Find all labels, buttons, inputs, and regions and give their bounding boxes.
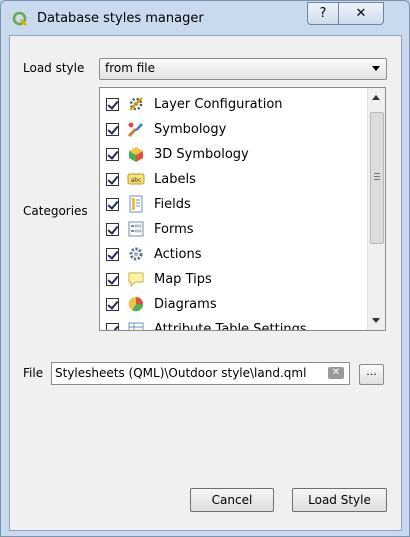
title-bar[interactable]: Database styles manager ? ✕	[1, 1, 409, 35]
category-item-actions[interactable]: Actions	[106, 243, 366, 265]
load-style-label: Load style	[23, 61, 85, 75]
load-style-dropdown[interactable]: from file	[99, 58, 387, 80]
category-checkbox[interactable]	[106, 322, 119, 330]
diagrams-icon	[127, 295, 145, 313]
help-button[interactable]: ?	[307, 2, 339, 25]
category-label: Labels	[154, 171, 196, 187]
load-style-selected-value: from file	[105, 61, 156, 75]
forms-icon	[127, 220, 145, 238]
category-checkbox[interactable]	[106, 222, 119, 236]
load-style-button[interactable]: Load Style	[292, 488, 387, 512]
category-item-3d-symbology[interactable]: 3D Symbology	[106, 143, 366, 165]
clear-icon[interactable]: ✕	[328, 367, 344, 379]
close-button[interactable]: ✕	[338, 2, 384, 25]
category-item-labels[interactable]: abc Labels	[106, 168, 366, 190]
category-label: 3D Symbology	[154, 146, 249, 162]
cancel-button[interactable]: Cancel	[190, 488, 274, 512]
category-checkbox[interactable]	[106, 247, 119, 261]
category-label: Attribute Table Settings	[154, 321, 307, 331]
fields-icon	[127, 195, 145, 213]
category-label: Forms	[154, 221, 194, 237]
category-checkbox[interactable]	[106, 122, 119, 136]
attribute-table-icon	[127, 320, 145, 330]
window-title: Database styles manager	[37, 11, 204, 26]
category-label: Fields	[154, 196, 191, 212]
actions-icon	[127, 245, 145, 263]
category-item-forms[interactable]: Forms	[106, 218, 366, 240]
scroll-down-icon[interactable]	[372, 318, 380, 323]
category-checkbox[interactable]	[106, 297, 119, 311]
layer-configuration-icon	[127, 95, 145, 113]
category-label: Map Tips	[154, 271, 212, 287]
dialog-body: Load style from file Categories Layer Co…	[9, 35, 402, 531]
chevron-down-icon	[372, 66, 380, 71]
scroll-up-icon[interactable]	[372, 95, 380, 100]
3d-symbology-icon	[127, 145, 145, 163]
categories-scrollbar[interactable]	[367, 88, 385, 330]
category-item-symbology[interactable]: Symbology	[106, 118, 366, 140]
category-checkbox[interactable]	[106, 147, 119, 161]
category-label: Symbology	[154, 121, 227, 137]
category-item-fields[interactable]: Fields	[106, 193, 366, 215]
scrollbar-thumb[interactable]	[370, 112, 384, 244]
qgis-logo-icon	[12, 11, 27, 26]
svg-text:abc: abc	[131, 177, 142, 184]
category-item-diagrams[interactable]: Diagrams	[106, 293, 366, 315]
category-checkbox[interactable]	[106, 97, 119, 111]
category-item-attribute-table[interactable]: Attribute Table Settings	[106, 318, 366, 331]
category-label: Diagrams	[154, 296, 217, 312]
categories-label: Categories	[23, 204, 88, 218]
category-checkbox[interactable]	[106, 172, 119, 186]
map-tips-icon	[127, 270, 145, 288]
browse-button[interactable]: ...	[359, 364, 384, 385]
file-path-input[interactable]: Stylesheets (QML)\Outdoor style\land.qml…	[51, 362, 350, 385]
file-label: File	[23, 366, 44, 380]
category-label: Layer Configuration	[154, 96, 283, 112]
category-item-map-tips[interactable]: Map Tips	[106, 268, 366, 290]
labels-icon: abc	[127, 170, 145, 188]
category-checkbox[interactable]	[106, 197, 119, 211]
category-label: Actions	[154, 246, 202, 262]
symbology-icon	[127, 120, 145, 138]
dialog-window: Database styles manager ? ✕ Load style f…	[0, 0, 410, 537]
category-checkbox[interactable]	[106, 272, 119, 286]
categories-list[interactable]: Layer Configuration Symbology 3D Symbolo…	[99, 87, 386, 331]
file-path-value: Stylesheets (QML)\Outdoor style\land.qml	[55, 366, 307, 380]
category-item-layer-configuration[interactable]: Layer Configuration	[106, 93, 366, 115]
